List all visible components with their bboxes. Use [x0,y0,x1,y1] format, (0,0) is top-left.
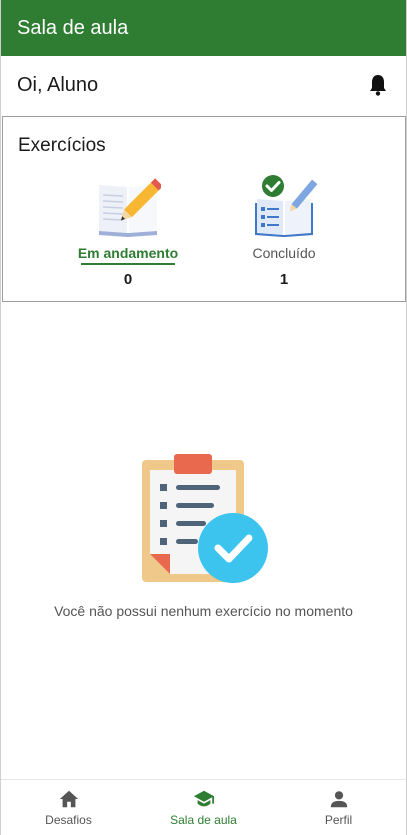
nav-item-perfil[interactable]: Perfil [271,780,406,835]
nav-label-perfil: Perfil [324,813,353,827]
greeting-row: Oi, Aluno [1,56,406,114]
bell-icon[interactable] [366,73,390,97]
app-bar: Sala de aula [1,0,406,56]
exercises-card: Exercícios Em andamento 0 Concluído 1 [2,116,406,302]
home-icon [59,790,78,808]
tab-active-indicator [81,263,175,265]
count-completed: 1 [279,271,289,288]
open-book-pencil-icon [99,178,161,237]
tab-completed[interactable]: Concluído 1 [229,173,339,288]
book-check-icon [255,175,317,237]
tab-in-progress[interactable]: Em andamento 0 [73,173,183,288]
empty-message: Você não possui nenhum exercício no mome… [54,603,353,619]
nav-item-sala-de-aula[interactable]: Sala de aula [136,780,271,835]
bottom-navigation: Desafios Sala de aula Perfil [1,779,406,835]
greeting-text: Oi, Aluno [17,73,99,96]
count-in-progress: 0 [123,271,133,288]
graduation-cap-icon [193,790,214,807]
exercises-title: Exercícios [18,135,106,156]
clipboard-check-icon [142,454,268,583]
tab-label-in-progress: Em andamento [77,245,179,261]
empty-state: Você não possui nenhum exercício no mome… [1,452,406,619]
app-title: Sala de aula [17,16,129,39]
nav-label-sala-de-aula: Sala de aula [170,813,237,827]
nav-label-desafios: Desafios [45,813,92,827]
nav-item-desafios[interactable]: Desafios [1,780,136,835]
tab-label-completed: Concluído [252,245,316,261]
person-icon [330,791,347,808]
tab-inactive-indicator [237,263,331,265]
